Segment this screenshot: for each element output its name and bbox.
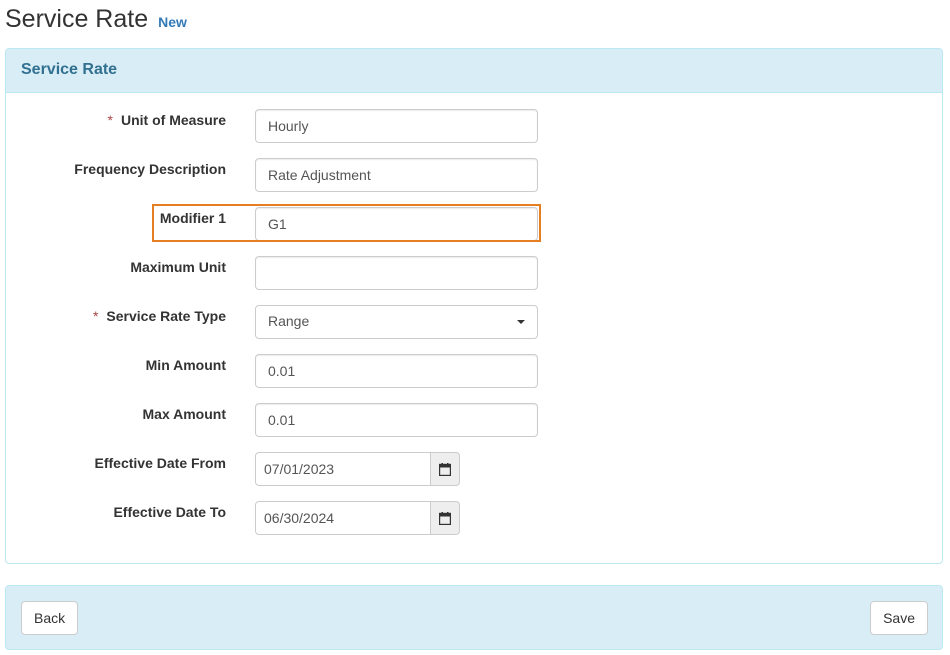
min-amount-label: Min Amount (145, 357, 226, 373)
service-rate-type-select[interactable]: Range (255, 305, 538, 339)
unit-of-measure-label-text: Unit of Measure (120, 112, 226, 128)
service-rate-type-row: * Service Rate Type Range (6, 305, 944, 341)
frequency-description-row: Frequency Description (6, 158, 944, 194)
save-button[interactable]: Save (870, 601, 928, 635)
unit-of-measure-row: * Unit of Measure (6, 109, 944, 145)
effective-date-to-group (255, 501, 461, 535)
modifier-1-label: Modifier 1 (159, 210, 226, 226)
modifier-1-input[interactable] (255, 207, 538, 241)
calendar-icon (439, 462, 451, 476)
frequency-description-input[interactable] (255, 158, 538, 192)
maximum-unit-input[interactable] (255, 256, 538, 290)
service-rate-type-label-text: Service Rate Type (106, 308, 226, 324)
modifier-1-row: Modifier 1 (6, 207, 944, 243)
effective-date-from-row: Effective Date From (6, 452, 944, 488)
unit-of-measure-label: * Unit of Measure (108, 112, 226, 128)
page-title: Service Rate (5, 5, 149, 33)
frequency-description-label: Frequency Description (74, 161, 226, 177)
maximum-unit-label: Maximum Unit (130, 259, 226, 275)
min-amount-input[interactable] (255, 354, 538, 388)
effective-date-to-calendar-button[interactable] (430, 501, 460, 535)
calendar-icon (439, 511, 451, 525)
panel-title: Service Rate (6, 49, 942, 93)
min-amount-row: Min Amount (6, 354, 944, 390)
service-rate-type-label: * Service Rate Type (93, 308, 226, 324)
service-rate-type-value: Range (268, 313, 310, 329)
service-rate-panel: Service Rate * Unit of Measure Frequency … (5, 48, 943, 564)
required-marker: * (92, 308, 99, 324)
max-amount-row: Max Amount (6, 403, 944, 439)
max-amount-label: Max Amount (142, 406, 226, 422)
status-badge-new: New (158, 14, 187, 30)
effective-date-to-row: Effective Date To (6, 501, 944, 537)
chevron-down-icon (517, 320, 525, 324)
required-marker: * (107, 112, 113, 128)
effective-date-from-calendar-button[interactable] (430, 452, 460, 486)
unit-of-measure-input[interactable] (255, 109, 538, 143)
back-button[interactable]: Back (21, 601, 79, 635)
effective-date-from-group (255, 452, 461, 486)
effective-date-to-input[interactable] (255, 501, 431, 535)
form-actions-bar: Back Save (5, 585, 943, 650)
page-header: Service Rate New (5, 4, 187, 36)
max-amount-input[interactable] (255, 403, 538, 437)
maximum-unit-row: Maximum Unit (6, 256, 944, 292)
effective-date-to-label: Effective Date To (113, 504, 226, 520)
effective-date-from-input[interactable] (255, 452, 431, 486)
effective-date-from-label: Effective Date From (94, 455, 226, 471)
